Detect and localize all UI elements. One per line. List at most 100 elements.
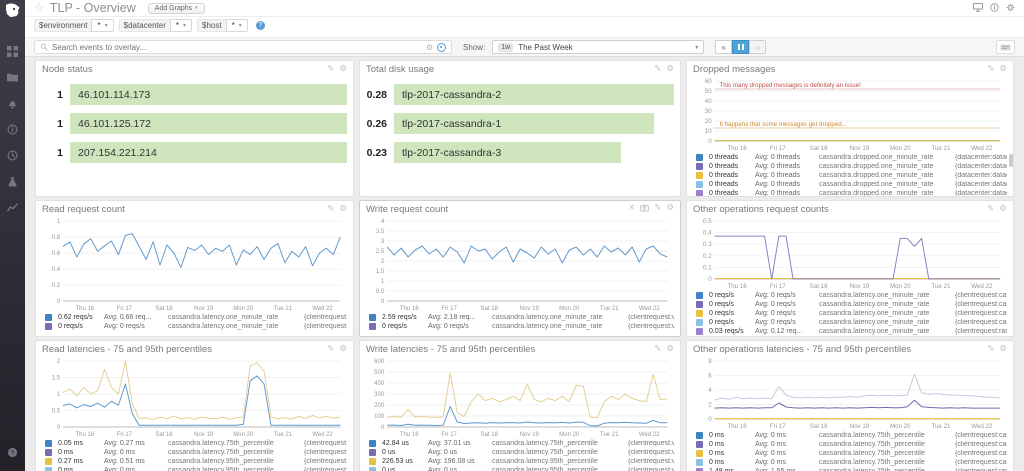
svg-text:2: 2 [708,401,712,408]
pause-button[interactable] [732,40,749,54]
legend-row: 0 threadsAvg: 0 threadscassandra.dropped… [693,162,1007,171]
snapshot-camera-icon[interactable] [640,204,649,215]
edit-icon[interactable]: ✎ [654,65,661,74]
variable-environment-select[interactable]: *▾ [91,19,113,32]
gear-icon[interactable]: ⚙ [666,65,674,74]
edit-icon[interactable]: ✎ [987,65,994,74]
svg-text:Mon 20: Mon 20 [233,431,254,438]
toplist-bar: 46.101.125.172 [70,113,347,134]
edit-icon[interactable]: ✎ [987,345,994,354]
apm-icon[interactable] [7,200,18,218]
legend-scrollbar[interactable] [1009,154,1013,167]
svg-text:0.6: 0.6 [52,250,61,257]
gear-icon[interactable]: ⚙ [999,65,1007,74]
variable-host-select[interactable]: *▾ [226,19,248,32]
datadog-logo[interactable] [4,3,21,24]
legend-swatch [45,323,52,330]
svg-text:Nov 19: Nov 19 [520,431,540,438]
edit-icon[interactable]: ✎ [327,345,334,354]
svg-text:Mon 20: Mon 20 [890,283,911,290]
gear-icon[interactable]: ⚙ [339,65,347,74]
events-icon[interactable] [7,122,18,140]
write-request-count-chart[interactable]: 00.511.522.533.54Thu 16Fri 17Sat 18Nov 1… [366,216,674,312]
svg-text:Sat 18: Sat 18 [155,305,173,312]
svg-text:3: 3 [381,238,385,245]
read-request-count-chart[interactable]: 00.20.40.60.81Thu 16Fri 17Sat 18Nov 19Mo… [42,216,347,312]
event-overlay-icon[interactable] [437,43,446,52]
svg-text:Wed 22: Wed 22 [639,305,660,312]
time-range-select[interactable]: 1w The Past Week ▾ [492,40,704,54]
other-request-counts-chart[interactable]: 00.10.20.30.40.5Thu 16Fri 17Sat 18Nov 19… [693,216,1007,290]
gear-icon[interactable]: ⚙ [666,345,674,354]
edit-icon[interactable]: ✎ [987,205,994,214]
metrics-icon[interactable] [7,148,18,166]
variables-help-icon[interactable]: ? [256,21,265,30]
svg-text:Nov 19: Nov 19 [850,423,870,430]
tv-mode-icon[interactable] [973,3,983,14]
svg-text:Mon 20: Mon 20 [890,423,911,430]
svg-text:1: 1 [57,391,61,398]
info-icon[interactable] [990,3,999,14]
svg-text:Sat 18: Sat 18 [810,283,828,290]
legend-swatch [45,467,52,471]
write-latencies-chart[interactable]: 0100200300400500600Thu 16Fri 17Sat 18Nov… [366,356,674,438]
svg-text:It happens that some messages: It happens that some messages get droppe… [719,121,847,128]
integrations-icon[interactable] [7,174,18,192]
legend-row: 0.62 reqs/sAvg: 0.66 req...cassandra.lat… [42,313,347,322]
svg-text:Wed 22: Wed 22 [971,283,993,290]
favorite-star-icon[interactable]: ☆ [34,3,44,14]
legend: 0 reqs/sAvg: 0 reqs/scassandra.latency.o… [693,291,1007,337]
svg-text:Nov 19: Nov 19 [520,305,540,312]
svg-text:50: 50 [705,88,712,95]
legend: 2.59 reqs/sAvg: 2.18 req...cassandra.lat… [366,313,674,331]
dropped-messages-chart[interactable]: 0102030405060Thu 16Fri 17Sat 18Nov 19Mon… [693,76,1007,152]
edit-icon[interactable]: ✎ [327,65,334,74]
panel-title: Read latencies - 75 and 95th percentiles [42,344,212,355]
edit-icon[interactable]: ✎ [654,345,661,354]
chevron-down-icon: ▾ [105,22,108,29]
toplist-bar: 46.101.114.173 [70,84,347,105]
shortcuts-button[interactable] [996,40,1015,54]
edit-icon[interactable]: ✎ [327,205,334,214]
toplist-row: 1207.154.221.214 [42,142,347,163]
legend-row: 0.03 reqs/sAvg: 0.12 req...cassandra.lat… [693,327,1007,336]
other-latencies-chart[interactable]: 02468Thu 16Fri 17Sat 18Nov 19Mon 20Tue 2… [693,356,1007,430]
dashboards-icon[interactable] [7,44,18,62]
edit-icon[interactable]: ✎ [654,204,661,215]
svg-text:Fri 17: Fri 17 [770,145,786,152]
add-graphs-button[interactable]: Add Graphs▾ [148,3,205,14]
node-status-toplist: 146.101.114.173146.101.125.1721207.154.2… [42,84,347,163]
gear-icon[interactable]: ⚙ [999,345,1007,354]
svg-text:2: 2 [57,358,61,365]
svg-text:2: 2 [381,258,385,265]
time-forward-button[interactable]: » [749,40,766,54]
infrastructure-icon[interactable] [7,70,18,88]
svg-text:0.3: 0.3 [703,241,712,248]
svg-text:0: 0 [708,276,712,283]
gear-icon[interactable]: ⚙ [339,345,347,354]
help-icon[interactable]: ? [7,445,18,463]
svg-text:0.4: 0.4 [52,266,61,273]
close-icon[interactable]: × [628,204,635,215]
legend-swatch [696,310,703,317]
page-title: TLP - Overview [50,1,136,15]
svg-text:6: 6 [708,372,712,379]
gear-icon[interactable]: ⚙ [999,205,1007,214]
search-input[interactable] [52,43,422,52]
gear-icon[interactable] [1006,3,1015,14]
toplist-label: tlp-2017-cassandra-2 [402,89,501,101]
gear-icon[interactable]: ⚙ [666,204,674,215]
legend-swatch [696,190,703,197]
time-back-button[interactable]: « [715,40,732,54]
svg-text:Sat 18: Sat 18 [155,431,173,438]
gear-icon[interactable]: ⚙ [339,205,347,214]
template-variables-bar: $environment *▾ $datacenter *▾ $host *▾ … [25,17,1024,37]
monitors-icon[interactable] [7,96,18,114]
read-latencies-chart[interactable]: 00.511.52Thu 16Fri 17Sat 18Nov 19Mon 20T… [42,356,347,438]
variable-datacenter-select[interactable]: *▾ [170,19,192,32]
svg-text:200: 200 [374,402,385,409]
legend-swatch [696,459,703,466]
panel-title: Write latencies - 75 and 95th percentile… [366,344,535,355]
search-settings-gear-icon[interactable]: ⚙ [426,43,433,52]
legend-swatch [696,432,703,439]
